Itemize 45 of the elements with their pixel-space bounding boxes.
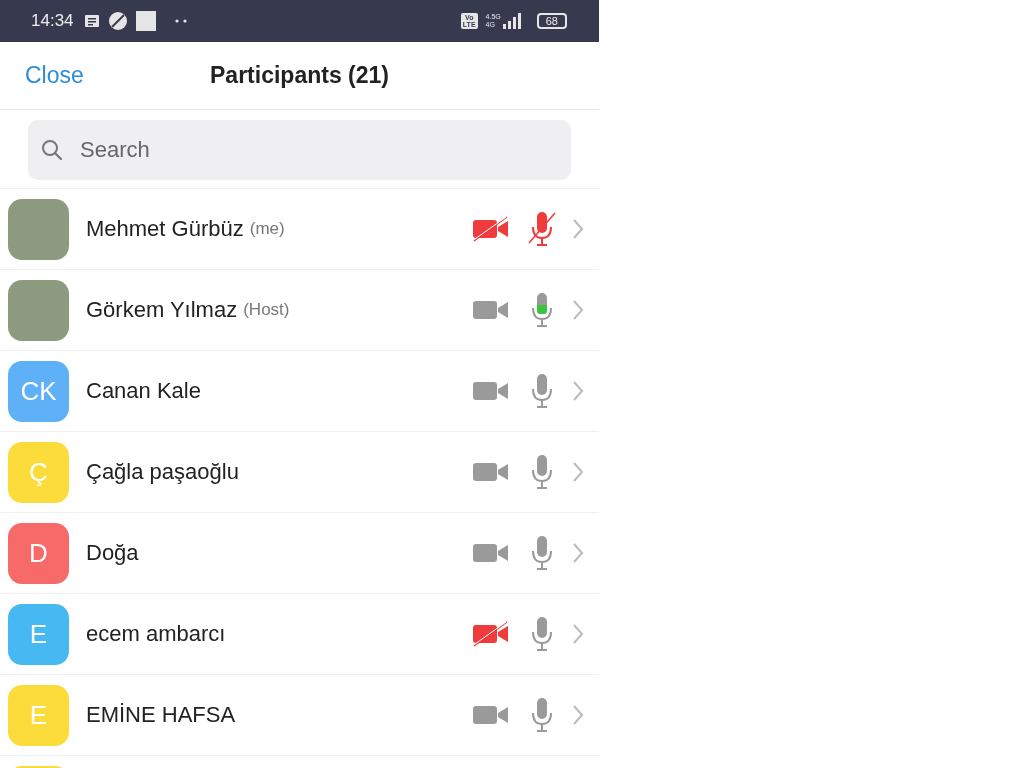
participant-name: EMİNE HAFSA <box>86 702 236 728</box>
close-button[interactable]: Close <box>25 62 84 89</box>
notification-icon <box>83 14 100 28</box>
participant-row[interactable]: E ecem ambarcı <box>0 594 599 675</box>
initials-avatar: E <box>8 603 69 665</box>
search-field[interactable]: Search <box>28 120 571 180</box>
participant-row[interactable]: Ç Çağla paşaoğlu <box>0 432 599 513</box>
participant-row[interactable]: D Doğa <box>0 513 599 594</box>
participant-name: Görkem Yılmaz <box>86 297 238 323</box>
blocked-circle-icon <box>107 11 128 31</box>
chevron-right-icon[interactable] <box>571 299 585 321</box>
participant-role: (me) <box>249 219 285 239</box>
microphone-muted-icon[interactable] <box>527 211 557 247</box>
participant-name: Doğa <box>86 540 139 566</box>
initials-avatar: D <box>8 522 69 584</box>
chevron-right-icon[interactable] <box>571 542 585 564</box>
chevron-right-icon[interactable] <box>571 623 585 645</box>
participant-name: Çağla paşaoğlu <box>86 459 239 485</box>
chevron-right-icon[interactable] <box>571 380 585 402</box>
participant-row[interactable]: Görkem Yılmaz (Host) <box>0 270 599 351</box>
participant-name: Mehmet Gürbüz <box>86 216 244 242</box>
participant-row[interactable]: Mehmet Gürbüz (me) <box>0 189 599 270</box>
participant-role: (Host) <box>243 300 290 320</box>
chevron-right-icon[interactable] <box>571 704 585 726</box>
status-time: 14:34 <box>31 11 74 31</box>
photo-placeholder <box>8 279 69 341</box>
participant-row[interactable]: E EMİNE HAFSA <box>0 675 599 756</box>
battery-indicator: 68 <box>536 13 567 29</box>
video-off-icon[interactable] <box>473 216 509 242</box>
participant-name: ecem ambarcı <box>86 621 226 647</box>
search-input[interactable]: Search <box>78 136 559 164</box>
chevron-right-icon[interactable] <box>571 218 585 240</box>
square-icon <box>135 11 156 31</box>
initials-avatar: CK <box>8 360 69 422</box>
chevron-right-icon[interactable] <box>571 461 585 483</box>
video-off-icon[interactable] <box>473 621 509 647</box>
initials-avatar: E <box>8 684 69 746</box>
signal-icon <box>502 13 523 29</box>
header-title: Participants (21) <box>210 62 389 89</box>
more-dots-icon <box>173 18 188 24</box>
participant-row[interactable]: CK Canan Kale <box>0 351 599 432</box>
initials-avatar: Ç <box>8 441 69 503</box>
search-icon <box>40 138 64 162</box>
photo-placeholder <box>8 198 69 260</box>
participant-name: Canan Kale <box>86 378 201 404</box>
